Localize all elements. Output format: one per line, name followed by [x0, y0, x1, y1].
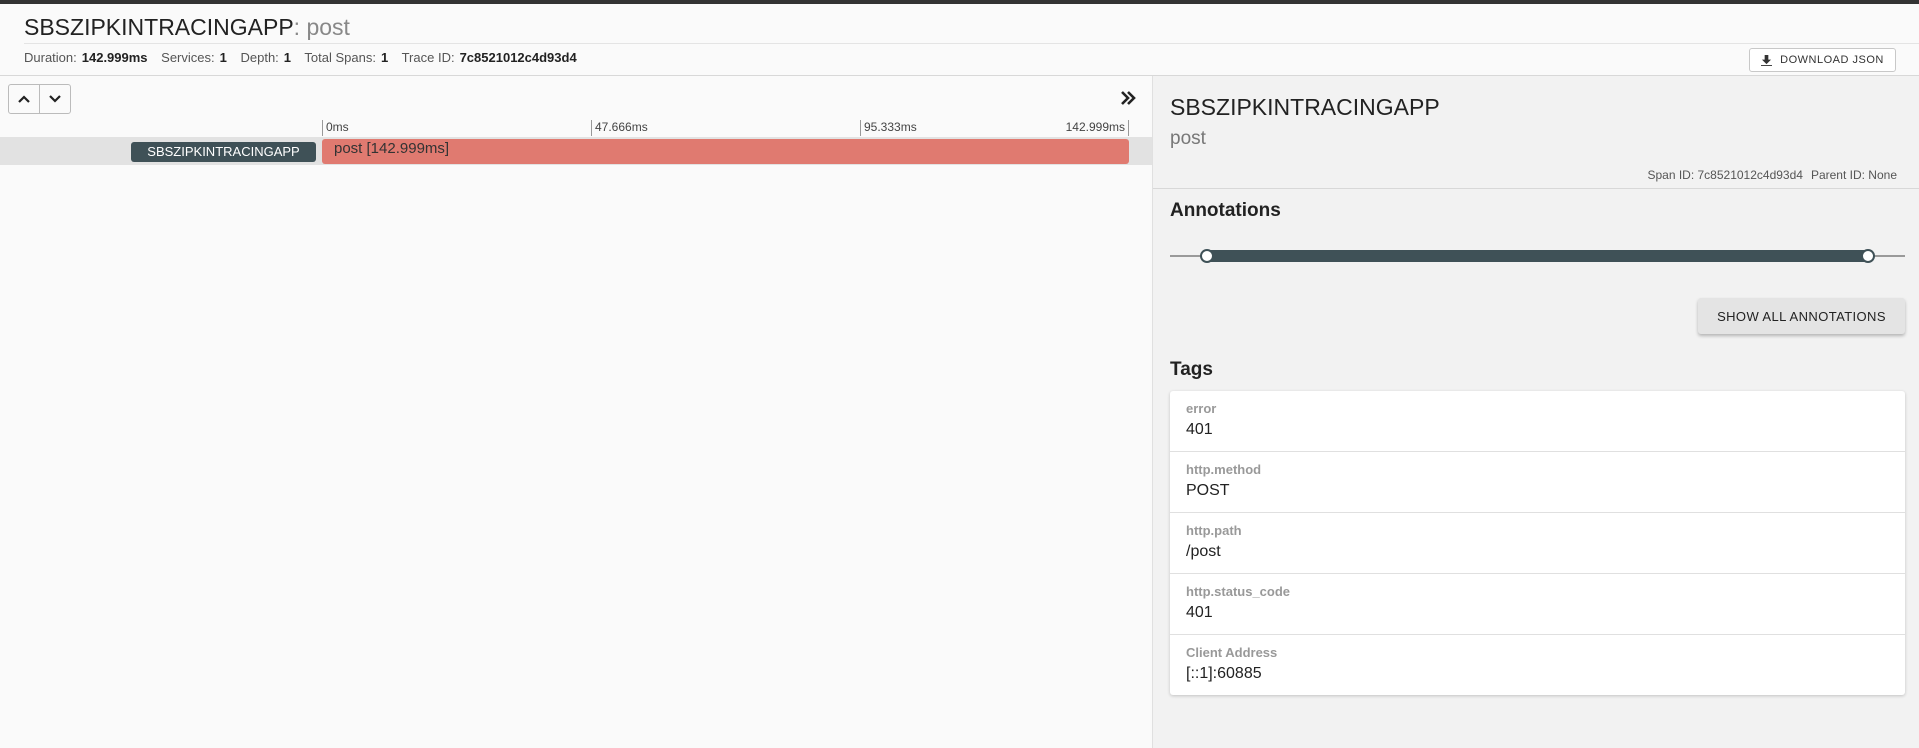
tag-item: http.method POST: [1170, 452, 1905, 513]
duration-label: Duration:: [24, 50, 77, 65]
annotations-heading: Annotations: [1170, 200, 1281, 221]
trace-id-label: Trace ID:: [401, 50, 455, 65]
header-divider: [24, 43, 1919, 44]
tag-value: 401: [1186, 604, 1213, 621]
download-json-label: DOWNLOAD JSON: [1780, 54, 1884, 66]
show-all-annotations-button[interactable]: SHOW ALL ANNOTATIONS: [1698, 298, 1905, 334]
timeline-ticks: 0ms 47.666ms 95.333ms 142.999ms: [0, 120, 1152, 136]
tag-value: [::1]:60885: [1186, 665, 1262, 682]
depth-label: Depth:: [240, 50, 279, 65]
title-separator: :: [293, 14, 301, 40]
tags-list: error 401 http.method POST http.path /po…: [1170, 391, 1905, 695]
slider-range: [1206, 250, 1869, 262]
parent-id: Parent ID: None: [1810, 168, 1897, 182]
detail-service-name: SBSZIPKINTRACINGAPP: [1170, 94, 1440, 120]
tag-key: Client Address: [1186, 645, 1278, 660]
slider-start-handle[interactable]: [1200, 249, 1214, 263]
duration-value: 142.999ms: [81, 50, 148, 65]
annotations-slider[interactable]: [1170, 248, 1905, 264]
page-title: SBSZIPKINTRACINGAPP: post: [24, 13, 350, 41]
tag-key: error: [1186, 401, 1217, 416]
double-chevron-right-icon: [1121, 91, 1136, 105]
depth-value: 1: [283, 50, 292, 65]
download-icon: [1761, 54, 1773, 66]
span-id: Span ID: 7c8521012c4d93d4: [1647, 168, 1803, 182]
chevron-down-icon: [49, 95, 62, 103]
tag-item: error 401: [1170, 391, 1905, 452]
trace-summary: Duration: 142.999ms Services: 1 Depth: 1 To…: [24, 50, 587, 66]
tick-label: 142.999ms: [1066, 120, 1129, 136]
tag-item: http.path /post: [1170, 513, 1905, 574]
span-detail-panel: SBSZIPKINTRACINGAPP post Span ID: 7c8521…: [1152, 76, 1919, 748]
tag-key: http.status_code: [1186, 584, 1291, 599]
tags-heading: Tags: [1170, 359, 1213, 380]
title-operation: post: [306, 14, 350, 40]
total-spans-value: 1: [380, 50, 389, 65]
total-spans-label: Total Spans:: [304, 50, 376, 65]
span-ids: Span ID: 7c8521012c4d93d4 Parent ID: None: [1647, 168, 1897, 182]
span-navigation: [8, 84, 71, 114]
download-json-button[interactable]: DOWNLOAD JSON: [1749, 48, 1896, 72]
tag-item: Client Address [::1]:60885: [1170, 635, 1905, 695]
expand-details-button[interactable]: [1117, 88, 1139, 108]
span-row[interactable]: SBSZIPKINTRACINGAPP post [142.999ms]: [0, 137, 1152, 165]
title-service-name: SBSZIPKINTRACINGAPP: [24, 14, 294, 40]
detail-divider: [1153, 188, 1919, 189]
tick-label: 95.333ms: [860, 120, 917, 136]
timeline-panel: 0ms 47.666ms 95.333ms 142.999ms SBSZIPKI…: [0, 76, 1152, 748]
trace-id-value: 7c8521012c4d93d4: [459, 50, 577, 65]
previous-span-button[interactable]: [9, 85, 39, 113]
tag-item: http.status_code 401: [1170, 574, 1905, 635]
tag-value: /post: [1186, 543, 1221, 560]
tag-key: http.method: [1186, 462, 1262, 477]
chevron-up-icon: [18, 95, 31, 103]
tag-value: POST: [1186, 482, 1230, 499]
services-value: 1: [219, 50, 227, 65]
tick-label: 47.666ms: [591, 120, 648, 136]
tick-label: 0ms: [322, 120, 349, 136]
trace-header: SBSZIPKINTRACINGAPP: post Duration: 142.9…: [0, 4, 1919, 76]
next-span-button[interactable]: [39, 85, 70, 113]
slider-end-handle[interactable]: [1861, 249, 1875, 263]
span-service-badge: SBSZIPKINTRACINGAPP: [131, 142, 316, 162]
detail-operation: post: [1170, 128, 1206, 149]
span-bar-label: post [142.999ms]: [334, 140, 450, 157]
services-label: Services:: [161, 50, 215, 65]
tag-key: http.path: [1186, 523, 1242, 538]
tag-value: 401: [1186, 421, 1213, 438]
